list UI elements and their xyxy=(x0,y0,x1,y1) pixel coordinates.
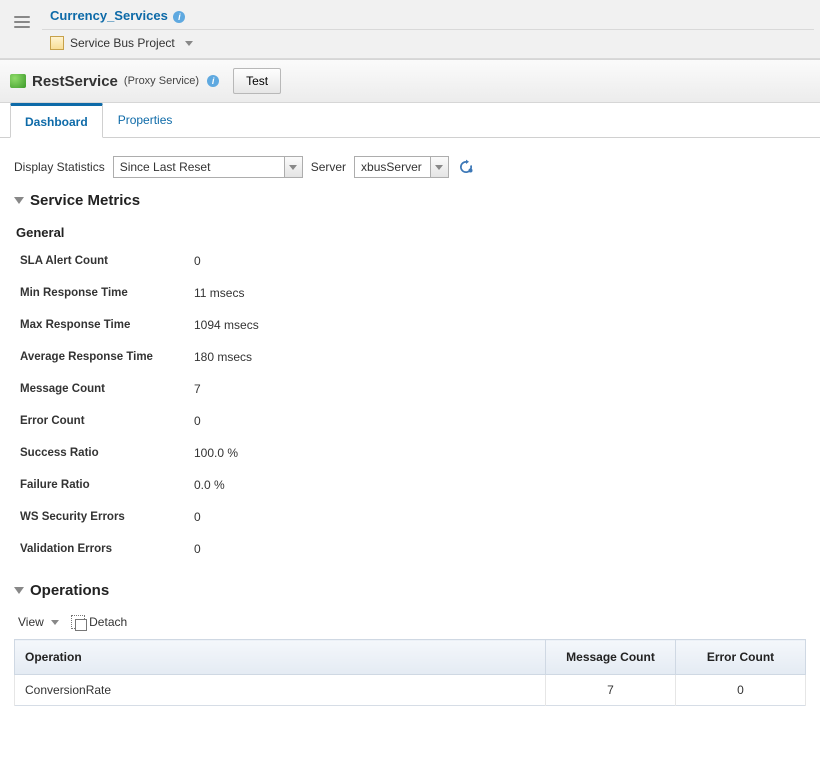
metric-row: Validation Errors0 xyxy=(20,542,806,556)
service-metrics-heading[interactable]: Service Metrics xyxy=(14,192,806,209)
operations-title: Operations xyxy=(30,582,109,599)
refresh-icon[interactable] xyxy=(457,158,475,176)
metric-value: 100.0 % xyxy=(194,446,238,460)
metric-value: 0 xyxy=(194,414,201,428)
metric-label: Success Ratio xyxy=(20,447,194,459)
metric-row: WS Security Errors0 xyxy=(20,510,806,524)
metric-label: Average Response Time xyxy=(20,351,194,363)
collapse-icon xyxy=(14,197,24,204)
filter-row: Display Statistics Since Last Reset Serv… xyxy=(14,156,806,178)
service-metrics-title: Service Metrics xyxy=(30,192,140,209)
metric-label: Validation Errors xyxy=(20,543,194,555)
metric-row: Error Count0 xyxy=(20,414,806,428)
metric-label: Message Count xyxy=(20,383,194,395)
metrics-table: SLA Alert Count0 Min Response Time11 mse… xyxy=(20,254,806,556)
detach-button[interactable]: Detach xyxy=(71,615,127,629)
metric-label: Error Count xyxy=(20,415,194,427)
page-title: Currency_Services xyxy=(50,8,168,23)
server-label: Server xyxy=(311,160,346,174)
service-name: RestService xyxy=(32,73,118,90)
menu-icon[interactable] xyxy=(8,8,36,36)
content-area: Display Statistics Since Last Reset Serv… xyxy=(0,138,820,716)
chevron-down-icon xyxy=(430,157,448,177)
chevron-down-icon xyxy=(51,620,59,625)
metric-label: Max Response Time xyxy=(20,319,194,331)
metric-value: 11 msecs xyxy=(194,286,244,300)
metric-row: Average Response Time180 msecs xyxy=(20,350,806,364)
chevron-down-icon xyxy=(284,157,302,177)
col-operation[interactable]: Operation xyxy=(15,640,546,675)
tab-dashboard[interactable]: Dashboard xyxy=(10,103,103,138)
proxy-service-icon xyxy=(10,74,26,88)
metric-value: 7 xyxy=(194,382,201,396)
metric-row: Min Response Time11 msecs xyxy=(20,286,806,300)
service-header: RestService (Proxy Service) i Test xyxy=(0,59,820,103)
metric-value: 0 xyxy=(194,510,201,524)
metric-label: Min Response Time xyxy=(20,287,194,299)
view-menu[interactable]: View xyxy=(18,615,59,629)
metric-label: WS Security Errors xyxy=(20,511,194,523)
server-value: xbusServer xyxy=(355,160,430,174)
operations-table: Operation Message Count Error Count Conv… xyxy=(14,639,806,706)
cell-error-count: 0 xyxy=(676,675,806,706)
metric-row: SLA Alert Count0 xyxy=(20,254,806,268)
metric-label: SLA Alert Count xyxy=(20,255,194,267)
metric-label: Failure Ratio xyxy=(20,479,194,491)
project-type-label: Service Bus Project xyxy=(70,36,175,50)
table-row[interactable]: ConversionRate 7 0 xyxy=(15,675,806,706)
metric-value: 0 xyxy=(194,542,201,556)
project-icon xyxy=(50,36,64,50)
col-error-count[interactable]: Error Count xyxy=(676,640,806,675)
metric-value: 180 msecs xyxy=(194,350,252,364)
cell-message-count: 7 xyxy=(546,675,676,706)
operations-heading[interactable]: Operations xyxy=(14,582,806,599)
chevron-down-icon xyxy=(185,41,193,46)
detach-icon xyxy=(71,615,85,629)
collapse-icon xyxy=(14,587,24,594)
display-statistics-value: Since Last Reset xyxy=(114,160,284,174)
metric-value: 0 xyxy=(194,254,201,268)
metric-row: Message Count7 xyxy=(20,382,806,396)
tab-bar: Dashboard Properties xyxy=(0,103,820,138)
info-icon[interactable]: i xyxy=(173,11,185,23)
metric-row: Failure Ratio0.0 % xyxy=(20,478,806,492)
tab-properties[interactable]: Properties xyxy=(103,103,188,138)
display-statistics-select[interactable]: Since Last Reset xyxy=(113,156,303,178)
general-heading: General xyxy=(16,225,806,240)
breadcrumb[interactable]: Currency_Services i xyxy=(42,6,814,29)
test-button[interactable]: Test xyxy=(233,68,281,94)
metric-row: Max Response Time1094 msecs xyxy=(20,318,806,332)
server-select[interactable]: xbusServer xyxy=(354,156,449,178)
cell-operation: ConversionRate xyxy=(15,675,546,706)
display-statistics-label: Display Statistics xyxy=(14,160,105,174)
col-message-count[interactable]: Message Count xyxy=(546,640,676,675)
metric-value: 0.0 % xyxy=(194,478,225,492)
metric-value: 1094 msecs xyxy=(194,318,259,332)
info-icon[interactable]: i xyxy=(207,75,219,87)
project-type-row[interactable]: Service Bus Project xyxy=(42,29,814,56)
metric-row: Success Ratio100.0 % xyxy=(20,446,806,460)
operations-toolbar: View Detach xyxy=(18,615,806,629)
service-type: (Proxy Service) xyxy=(124,75,199,87)
operations-section: Operations View Detach Operation Message… xyxy=(14,582,806,706)
top-bar: Currency_Services i Service Bus Project xyxy=(0,0,820,59)
